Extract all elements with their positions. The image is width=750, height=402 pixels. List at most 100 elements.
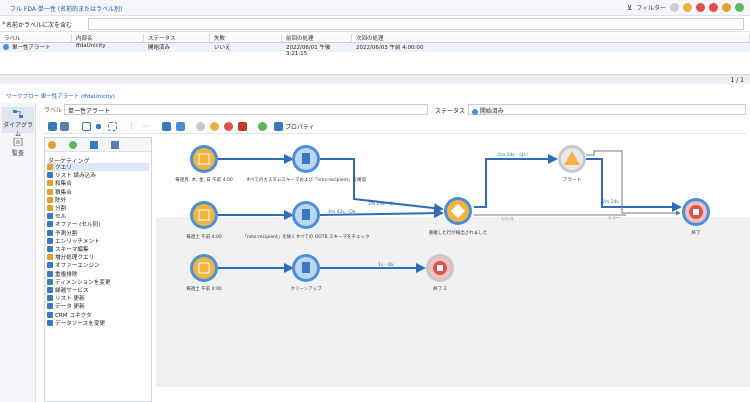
kill-icon[interactable] bbox=[238, 122, 247, 131]
col-label[interactable]: ラベル bbox=[0, 34, 72, 43]
reload-icon[interactable] bbox=[258, 122, 267, 131]
palette-item[interactable]: 増分処理クエリ bbox=[47, 253, 94, 261]
grid-icon[interactable] bbox=[60, 122, 69, 131]
palette-item-label: 繰越サービス bbox=[55, 288, 89, 294]
tab-flow-icon[interactable] bbox=[69, 141, 77, 149]
col-status[interactable]: ステータス bbox=[144, 34, 210, 43]
palette-item-label: 積集合 bbox=[55, 189, 72, 196]
rail-audit-label: 監査 bbox=[11, 150, 24, 157]
end-node-1[interactable] bbox=[682, 198, 710, 226]
palette-item-label: リスト 読み込み bbox=[55, 173, 96, 180]
col-last-run[interactable]: 前回の処理 bbox=[282, 34, 352, 43]
palette-item[interactable]: オファーエンジン bbox=[47, 261, 100, 269]
col-internal-name[interactable]: 内部名 bbox=[72, 34, 144, 43]
palette-item-icon bbox=[47, 229, 53, 236]
refresh-green-icon[interactable] bbox=[735, 3, 744, 12]
col-failed[interactable]: 失敗 bbox=[210, 34, 282, 43]
more-icon[interactable]: ⋯ bbox=[142, 122, 151, 131]
start-icon[interactable] bbox=[162, 122, 171, 131]
palette-item[interactable]: データソースを変更 bbox=[47, 319, 105, 327]
palette-item[interactable]: オファー (セル別) bbox=[47, 220, 100, 228]
palette-item-icon bbox=[47, 319, 53, 326]
palette-item[interactable]: ディメンションを変更 bbox=[47, 278, 111, 286]
row-internal-name: ffdaUnicity bbox=[76, 43, 106, 49]
script-node-2[interactable] bbox=[292, 201, 320, 229]
refresh-icon[interactable] bbox=[670, 3, 679, 12]
align-icon[interactable]: ⋮ bbox=[128, 122, 137, 131]
palette-item-label: 重複排除 bbox=[55, 271, 78, 278]
palette-item[interactable]: 和集合 bbox=[47, 179, 72, 187]
palette-item[interactable]: 積集合 bbox=[47, 188, 72, 196]
pointer-icon[interactable] bbox=[176, 122, 185, 131]
palette-item-icon bbox=[47, 180, 53, 187]
palette-item-icon bbox=[47, 270, 53, 277]
palette-item[interactable]: セル bbox=[47, 212, 66, 220]
status-field: 開始済み bbox=[468, 104, 746, 115]
tab-events-icon[interactable] bbox=[111, 141, 119, 149]
palette-item-label: 分割 bbox=[55, 206, 67, 212]
palette-item[interactable]: 分割 bbox=[47, 204, 66, 212]
rail-audit[interactable]: 監査 bbox=[2, 135, 34, 161]
play-icon[interactable] bbox=[196, 122, 205, 131]
palette-item[interactable]: CRM コネクタ bbox=[47, 311, 92, 319]
palette-item[interactable]: クエリ bbox=[47, 163, 149, 171]
palette-item-label: オファー (セル別) bbox=[55, 222, 101, 229]
status-key: ステータス bbox=[435, 108, 466, 115]
filter-menu[interactable]: フィルター bbox=[636, 3, 666, 12]
edge-alert-error[interactable] bbox=[586, 150, 681, 216]
or-join-node[interactable] bbox=[444, 197, 472, 225]
properties-icon[interactable] bbox=[274, 122, 283, 131]
col-next-run[interactable]: 次回の処理 bbox=[352, 34, 750, 43]
settings-icon[interactable] bbox=[722, 3, 731, 12]
palette-item-icon bbox=[47, 295, 53, 302]
rail-diagram[interactable]: ダイアグラム bbox=[2, 107, 34, 138]
pause-icon[interactable] bbox=[683, 3, 692, 12]
top-bar: フル FDA 単一性 (名前的またはラベル別) ⊻ フィルター bbox=[0, 0, 750, 16]
scheduler-node-2[interactable] bbox=[190, 201, 218, 229]
status-value: 開始済み bbox=[479, 108, 504, 115]
palette-item[interactable]: 重複排除 bbox=[47, 270, 77, 278]
tab-actions-icon[interactable] bbox=[90, 141, 98, 149]
palette-item[interactable]: 予測分割 bbox=[47, 229, 77, 237]
row-label: 単一性アラート bbox=[12, 45, 51, 51]
sched2-label: 毎週土 午前 4:00 bbox=[186, 233, 222, 240]
properties-button[interactable]: プロパティ bbox=[285, 122, 315, 131]
audit-icon bbox=[13, 138, 23, 146]
alert-node[interactable] bbox=[558, 145, 586, 173]
palette-item-label: データソースを変更 bbox=[55, 320, 106, 327]
layout-icon[interactable] bbox=[48, 122, 57, 131]
select-icon[interactable] bbox=[108, 122, 117, 131]
palette-item[interactable]: 除外 bbox=[47, 196, 66, 204]
palette-item[interactable]: エンリッチメント bbox=[47, 237, 100, 245]
label-field[interactable]: 単一性アラート bbox=[64, 104, 428, 115]
pause-icon-2[interactable] bbox=[210, 122, 219, 131]
stop-icon[interactable] bbox=[696, 3, 705, 12]
edge-join-alert[interactable] bbox=[474, 154, 558, 208]
scheduler-node-3[interactable] bbox=[190, 254, 218, 282]
edge-alert-end[interactable] bbox=[586, 158, 682, 212]
palette-item-icon bbox=[47, 188, 53, 195]
palette-item-icon bbox=[47, 237, 53, 244]
end-node-2[interactable] bbox=[426, 254, 454, 282]
scheduler-node-1[interactable] bbox=[190, 145, 218, 173]
fit-icon[interactable] bbox=[82, 122, 91, 131]
palette-item[interactable]: データ 更新 bbox=[47, 302, 85, 310]
palette-item[interactable]: リスト 読み込み bbox=[47, 171, 96, 179]
palette-item-label: リスト 更新 bbox=[55, 296, 85, 303]
stop-icon-2[interactable] bbox=[224, 122, 233, 131]
filter-icon[interactable]: ⊻ bbox=[627, 4, 632, 12]
filter-input[interactable] bbox=[88, 18, 744, 30]
palette-item-icon bbox=[47, 213, 53, 220]
script-node-1[interactable] bbox=[292, 145, 320, 173]
palette-item[interactable]: リスト 更新 bbox=[47, 294, 85, 302]
edge-label-script2: 4m 42s - Ok bbox=[328, 209, 356, 215]
workflow-canvas[interactable]: 毎週月, 木, 金, 日 午前 4:00 毎週土 午前 4:00 毎週土 午前 … bbox=[156, 137, 750, 402]
workflow-breadcrumb[interactable]: ワークフロー 単一性アラート (ffdaUnicity) bbox=[6, 92, 115, 100]
palette-item[interactable]: 繰越サービス bbox=[47, 286, 89, 294]
edge-label-cleanup: 1s - Ok bbox=[378, 262, 394, 268]
delete-icon[interactable] bbox=[709, 3, 718, 12]
zoom-icon[interactable] bbox=[96, 124, 101, 129]
cleanup-node[interactable] bbox=[292, 254, 320, 282]
tab-targeting-icon[interactable] bbox=[48, 141, 56, 149]
palette-item[interactable]: スキーマ編集 bbox=[47, 245, 89, 253]
